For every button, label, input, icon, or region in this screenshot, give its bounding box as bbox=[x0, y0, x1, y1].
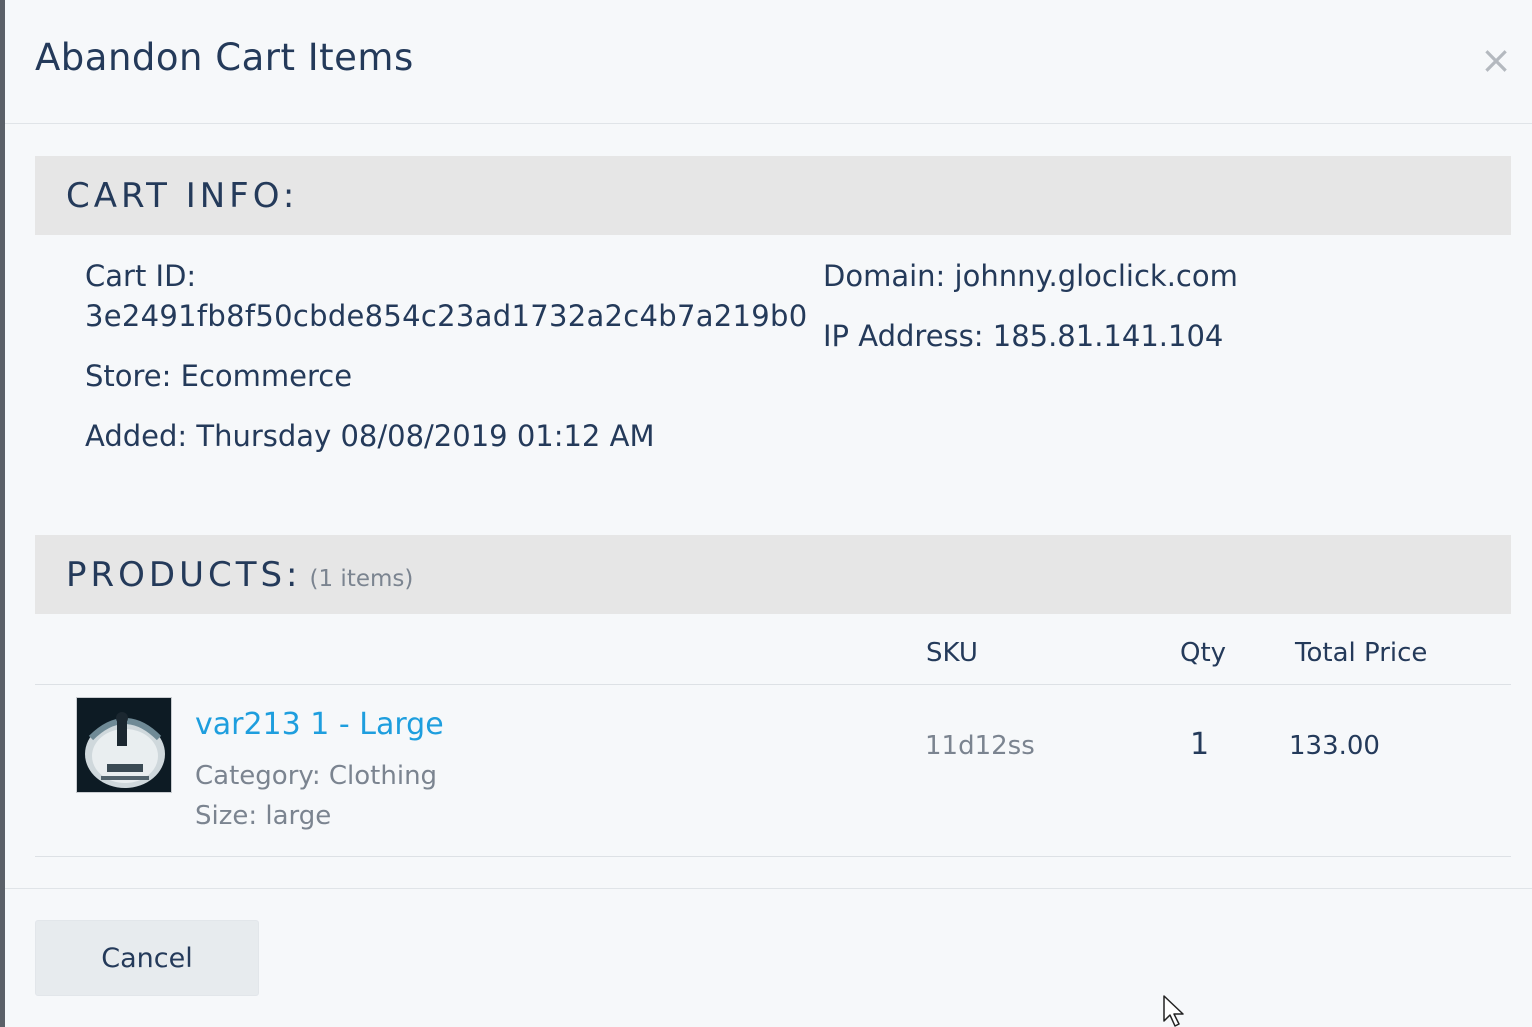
product-total-price: 133.00 bbox=[1289, 731, 1380, 761]
cancel-button[interactable]: Cancel bbox=[35, 920, 259, 996]
cart-id-label: Cart ID: bbox=[85, 259, 197, 293]
products-header: PRODUCTS: (1 items) bbox=[35, 535, 1511, 614]
product-category: Category: Clothing bbox=[195, 761, 438, 791]
product-qty: 1 bbox=[1190, 727, 1210, 762]
cart-id: Cart ID: 3e2491fb8f50cbde854c23ad1732a2c… bbox=[85, 256, 825, 336]
modal-title: Abandon Cart Items bbox=[35, 36, 414, 79]
product-name-link[interactable]: var213 1 - Large bbox=[195, 707, 444, 742]
product-size: Size: large bbox=[195, 801, 332, 831]
abandon-cart-modal: Abandon Cart Items × CART INFO: Cart ID:… bbox=[5, 0, 1532, 1027]
products-title: PRODUCTS: (1 items) bbox=[66, 555, 413, 595]
cart-info-right: Domain: johnny.gloclick.com IP Address: … bbox=[823, 256, 1503, 376]
table-row: var213 1 - Large Category: Clothing Size… bbox=[35, 685, 1511, 857]
cart-info-left: Cart ID: 3e2491fb8f50cbde854c23ad1732a2c… bbox=[85, 256, 825, 476]
column-header-total-price: Total Price bbox=[1295, 638, 1428, 668]
products-heading: PRODUCTS: bbox=[66, 555, 302, 595]
cart-info-title: CART INFO: bbox=[66, 176, 299, 216]
close-button[interactable]: × bbox=[1478, 41, 1514, 79]
close-icon: × bbox=[1480, 38, 1512, 82]
cart-id-value: 3e2491fb8f50cbde854c23ad1732a2c4b7a219b0 bbox=[85, 299, 808, 333]
footer-divider bbox=[5, 888, 1532, 889]
products-count: (1 items) bbox=[309, 566, 414, 592]
product-sku: 11d12ss bbox=[925, 731, 1035, 761]
products-table-header: SKU Qty Total Price bbox=[35, 614, 1511, 685]
domain-text: Domain: johnny.gloclick.com bbox=[823, 259, 1238, 293]
column-header-sku: SKU bbox=[926, 638, 978, 668]
modal-header: Abandon Cart Items × bbox=[5, 0, 1532, 124]
mouse-cursor-icon bbox=[1163, 995, 1184, 1027]
column-header-qty: Qty bbox=[1180, 638, 1227, 668]
store-text: Store: Ecommerce bbox=[85, 359, 353, 393]
added-date-text: Added: Thursday 08/08/2019 01:12 AM bbox=[85, 419, 655, 453]
product-thumbnail bbox=[76, 697, 172, 793]
cart-info-header: CART INFO: bbox=[35, 156, 1511, 235]
product-image-icon bbox=[77, 698, 171, 792]
ip-address-text: IP Address: 185.81.141.104 bbox=[823, 319, 1224, 353]
